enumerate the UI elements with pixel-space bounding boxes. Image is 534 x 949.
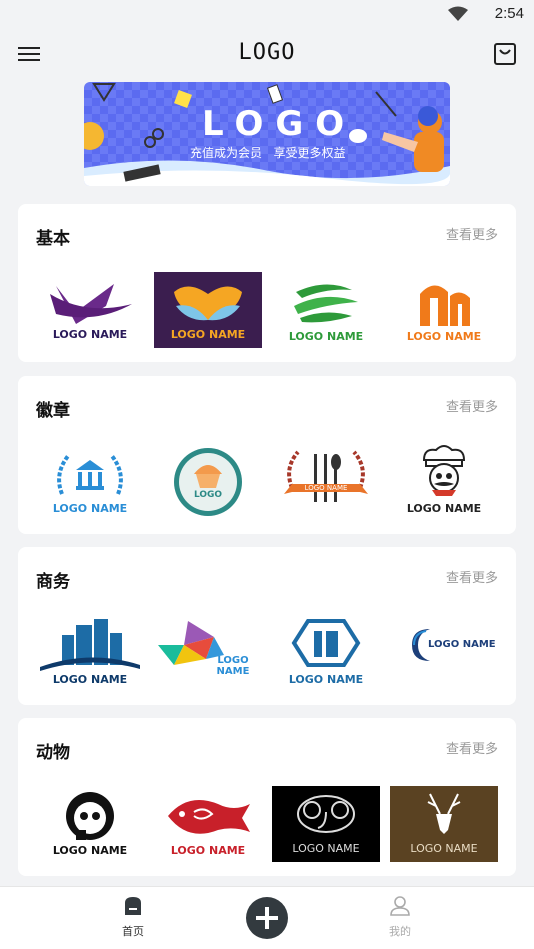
see-more-link[interactable]: 查看更多 (446, 396, 498, 415)
logo-tile-crescent[interactable]: LOGO NAME (390, 615, 498, 691)
nav-home-label: 首页 (122, 925, 144, 938)
logo-tile-chef[interactable]: LOGO NAME (390, 444, 498, 520)
cupcake-badge-icon (154, 444, 262, 520)
triangle-gem-logo-icon (154, 615, 262, 691)
logo-caption: LOGO NAME (170, 844, 246, 857)
logo-caption: LOGO NAME (406, 330, 482, 343)
logo-caption: LOGO NAME (406, 502, 482, 515)
section-animal: 动物 查看更多 LOGO NAME LOGO NAME LOGO NAME LO… (18, 718, 516, 876)
shopping-bag-icon[interactable] (492, 40, 518, 68)
logo-caption: LOGO (193, 490, 223, 500)
logo-tile-hexagon[interactable]: LOGO NAME (272, 615, 380, 691)
logo-caption: LOGO NAME (52, 328, 128, 341)
home-icon (125, 897, 141, 915)
logo-tile-green-waves[interactable]: LOGO NAME (272, 272, 380, 348)
see-more-link[interactable]: 查看更多 (446, 567, 498, 586)
plus-icon (256, 907, 278, 929)
logo-caption: LOGO NAME (288, 673, 364, 686)
logo-tile-cutlery[interactable]: LOGO NAME (272, 444, 380, 520)
logo-caption: LOGO NAME (304, 484, 348, 492)
section-title: 基本 (36, 229, 70, 249)
wifi-icon (448, 6, 468, 21)
logo-tile-leaf-heart[interactable]: LOGO NAME (154, 272, 262, 348)
banner-logo-text: LOGO (202, 104, 357, 144)
logo-tile-panda[interactable]: LOGO NAME (36, 786, 144, 862)
logo-tile-elephant[interactable]: LOGO NAME (272, 786, 380, 862)
logo-caption: LOGO NAME (52, 502, 128, 515)
banner-tagline: 充值成为会员 享受更多权益 (190, 146, 346, 160)
app-bar: LOGO (0, 28, 534, 80)
section-business: 商务 查看更多 LOGO NAME LOGO NAME LOGO NAME LO… (18, 547, 516, 705)
see-more-link[interactable]: 查看更多 (446, 224, 498, 243)
status-time: 2:54 (494, 5, 524, 22)
section-title: 动物 (36, 743, 70, 763)
user-icon (390, 896, 410, 916)
logo-tile-deer[interactable]: LOGO NAME (390, 786, 498, 862)
logo-tile-red-fish[interactable]: LOGO NAME (154, 786, 262, 862)
logo-tile-buildings[interactable]: LOGO NAME (36, 615, 144, 691)
nav-mine-label: 我的 (389, 925, 411, 938)
logo-tile-purple-swoosh[interactable]: LOGO NAME (36, 272, 144, 348)
crescent-c-logo-icon (390, 615, 498, 691)
logo-caption: LOGO NAME (52, 673, 128, 686)
logo-caption: LOGO NAME (292, 842, 360, 855)
membership-banner[interactable]: LOGO 充值成为会员 享受更多权益 (84, 82, 450, 186)
cutlery-laurel-badge-icon (272, 444, 380, 520)
logo-caption: LOGO NAME (170, 328, 246, 341)
logo-caption: LOGO NAME (288, 330, 364, 343)
logo-tile-orange-arch[interactable]: LOGO NAME (390, 272, 498, 348)
logo-tile-cupcake[interactable]: LOGO (154, 444, 262, 520)
page-title: LOGO (238, 40, 296, 65)
status-bar: 2:54 (0, 0, 534, 28)
logo-tile-triangle-gem[interactable]: LOGO NAME (154, 615, 262, 691)
nav-mine[interactable]: 我的 (370, 895, 430, 939)
section-basic: 基本 查看更多 LOGO NAME LOGO NAME LOGO NAME LO… (18, 204, 516, 362)
section-title: 徽章 (36, 401, 70, 421)
bottom-navigation: 首页 我的 (0, 886, 534, 949)
section-badge: 徽章 查看更多 LOGO NAME LOGO LOGO NAME LOGO NA… (18, 376, 516, 534)
logo-caption: LOGO NAME (52, 844, 128, 857)
logo-caption: LOGO NAME (410, 842, 478, 855)
nav-home[interactable]: 首页 (103, 895, 163, 939)
see-more-link[interactable]: 查看更多 (446, 738, 498, 757)
logo-tile-laurel-bank[interactable]: LOGO NAME (36, 444, 144, 520)
logo-caption: LOGO NAME (216, 655, 250, 677)
section-title: 商务 (36, 572, 70, 592)
add-button[interactable] (246, 897, 288, 939)
logo-caption: LOGO NAME (428, 639, 496, 650)
